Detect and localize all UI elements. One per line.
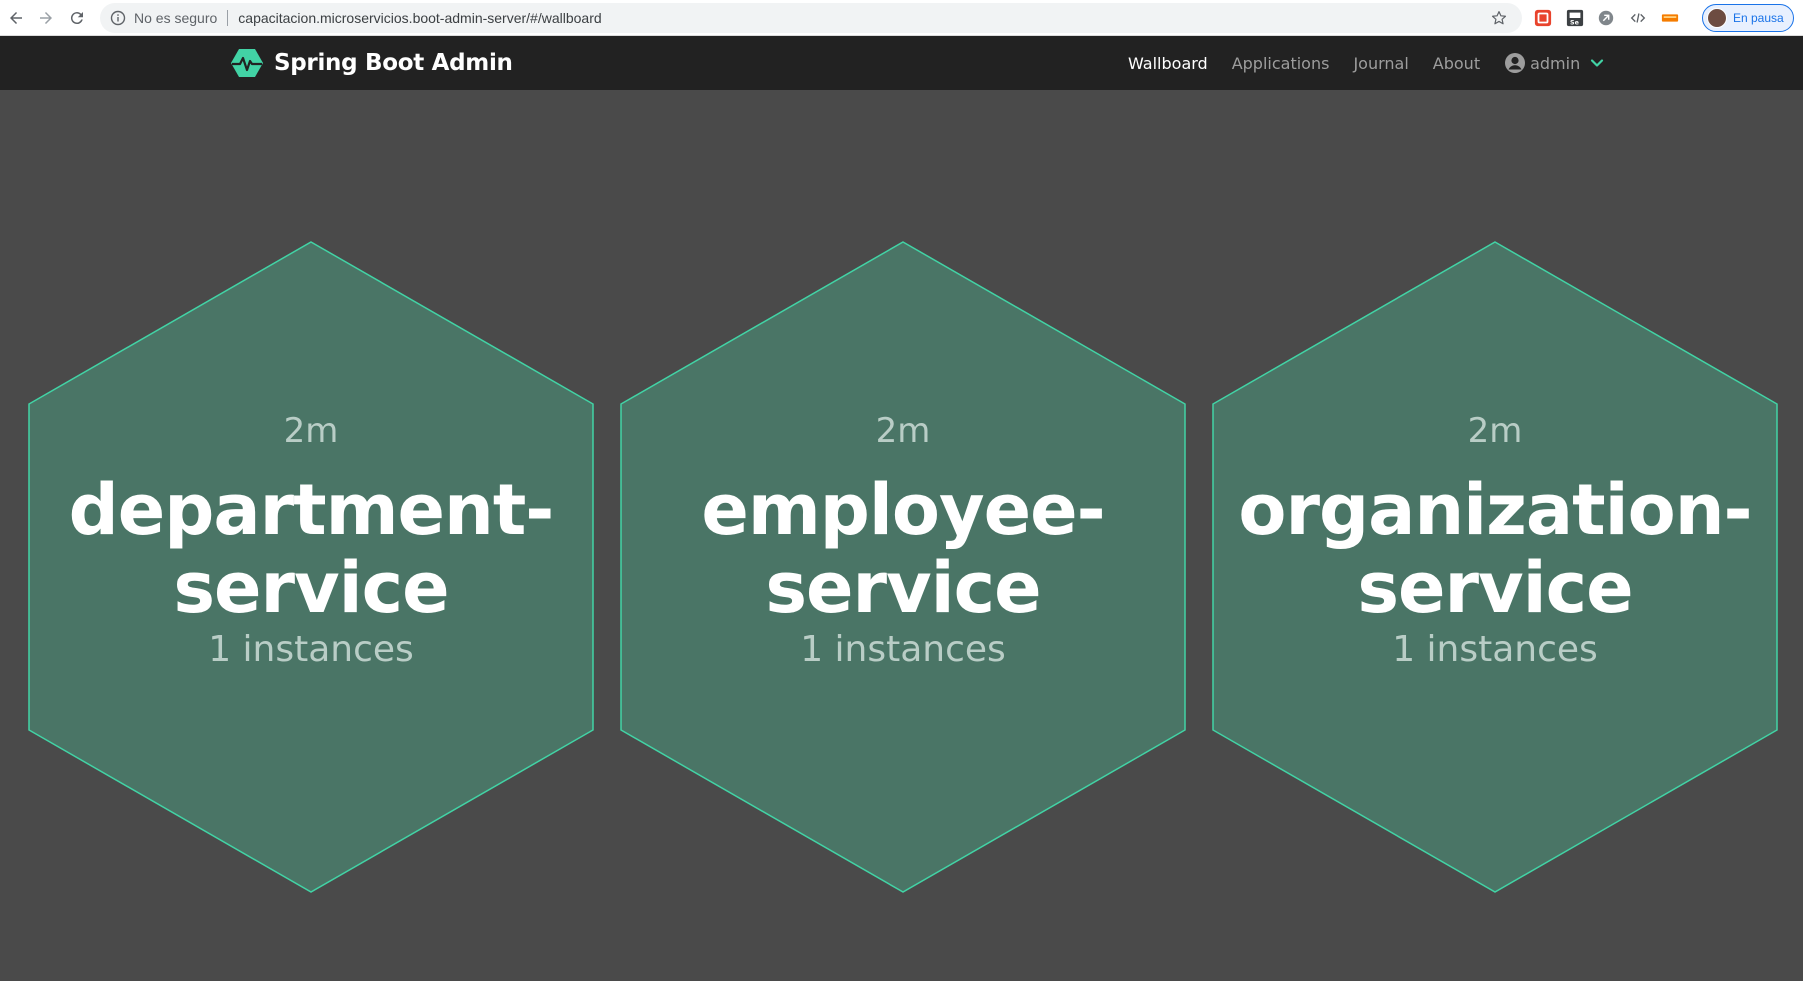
application-name-line: service xyxy=(1357,547,1633,629)
user-circle-icon xyxy=(1505,53,1526,73)
arrow-left-icon xyxy=(10,12,22,24)
application-instances: 1 instances xyxy=(208,629,414,670)
address-separator xyxy=(227,10,229,26)
reload-button[interactable] xyxy=(61,2,93,34)
user-menu[interactable]: admin xyxy=(1504,52,1604,74)
security-label: No es seguro xyxy=(134,10,218,26)
forward-button[interactable] xyxy=(30,2,62,34)
extension-red-icon[interactable] xyxy=(1533,8,1553,28)
svg-text:Se: Se xyxy=(1570,19,1579,26)
user-name: admin xyxy=(1530,53,1581,73)
chevron-down-icon xyxy=(1591,59,1604,67)
extension-se-icon[interactable]: Se xyxy=(1565,8,1585,28)
reload-icon xyxy=(70,12,83,25)
url-text[interactable]: capacitacion.microservicios.boot-admin-s… xyxy=(238,10,601,26)
application-name: department- service xyxy=(51,471,571,627)
info-icon xyxy=(110,10,126,26)
brand-link[interactable]: Spring Boot Admin xyxy=(230,47,513,79)
application-uptime: 2m xyxy=(1467,411,1523,451)
application-hex[interactable]: 2m employee- service 1 instances xyxy=(620,241,1186,893)
application-name: organization- service xyxy=(1235,471,1755,627)
back-button[interactable] xyxy=(0,2,32,34)
application-instances: 1 instances xyxy=(800,629,1006,670)
application-instances: 1 instances xyxy=(1392,629,1598,670)
address-bar[interactable]: No es seguro capacitacion.microservicios… xyxy=(100,3,1522,33)
nav-applications[interactable]: Applications xyxy=(1232,54,1330,73)
nav-wallboard[interactable]: Wallboard xyxy=(1128,54,1208,73)
app-navbar: Spring Boot Admin Wallboard Applications… xyxy=(0,36,1803,90)
application-name-line: service xyxy=(765,547,1041,629)
application-uptime: 2m xyxy=(283,411,339,451)
application-hex[interactable]: 2m department- service 1 instances xyxy=(28,241,594,893)
application-uptime: 2m xyxy=(875,411,931,451)
application-hex[interactable]: 2m organization- service 1 instances xyxy=(1212,241,1778,893)
heartbeat-logo-icon xyxy=(231,49,263,77)
application-name-line: organization- xyxy=(1238,469,1752,551)
application-name-line: employee- xyxy=(701,469,1105,551)
browser-toolbar: No es seguro capacitacion.microservicios… xyxy=(0,0,1803,36)
wallboard: 2m department- service 1 instances 2m em… xyxy=(0,90,1803,981)
application-name-line: department- xyxy=(68,469,555,551)
brand-title: Spring Boot Admin xyxy=(274,50,513,76)
extension-orange-icon[interactable] xyxy=(1660,8,1680,28)
main-navigation: Wallboard Applications Journal About adm… xyxy=(1128,36,1604,90)
profile-label: En pausa xyxy=(1733,11,1784,25)
extension-code-icon[interactable] xyxy=(1628,8,1648,28)
arrow-right-icon xyxy=(40,12,52,24)
extension-circle-icon[interactable] xyxy=(1596,8,1616,28)
bookmark-star-icon[interactable] xyxy=(1490,9,1508,27)
profile-avatar xyxy=(1707,8,1727,28)
application-name-line: service xyxy=(173,547,449,629)
nav-about[interactable]: About xyxy=(1433,54,1480,73)
profile-button[interactable]: En pausa xyxy=(1702,4,1794,32)
nav-journal[interactable]: Journal xyxy=(1353,54,1408,73)
application-name: employee- service xyxy=(643,471,1163,627)
